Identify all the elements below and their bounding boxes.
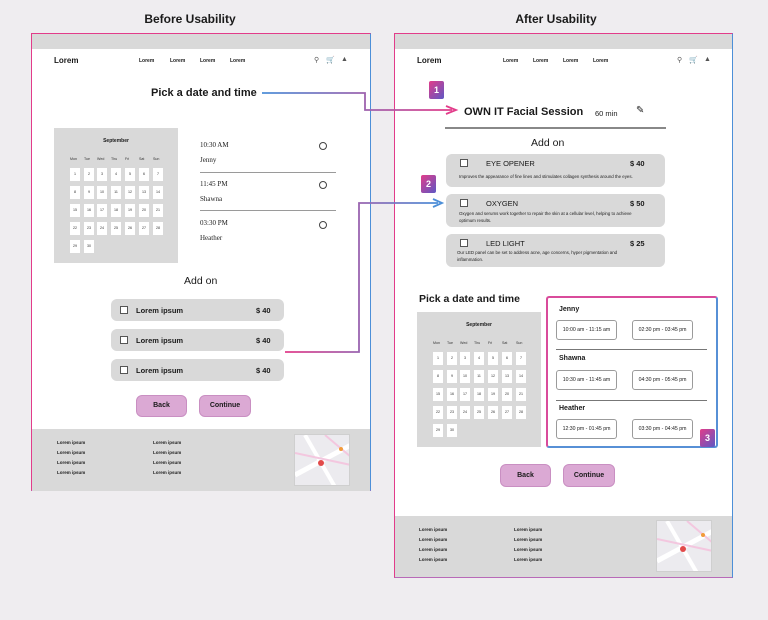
connector-arrows <box>262 92 459 353</box>
arrow-2 <box>285 202 438 353</box>
arrow-1 <box>262 92 452 111</box>
